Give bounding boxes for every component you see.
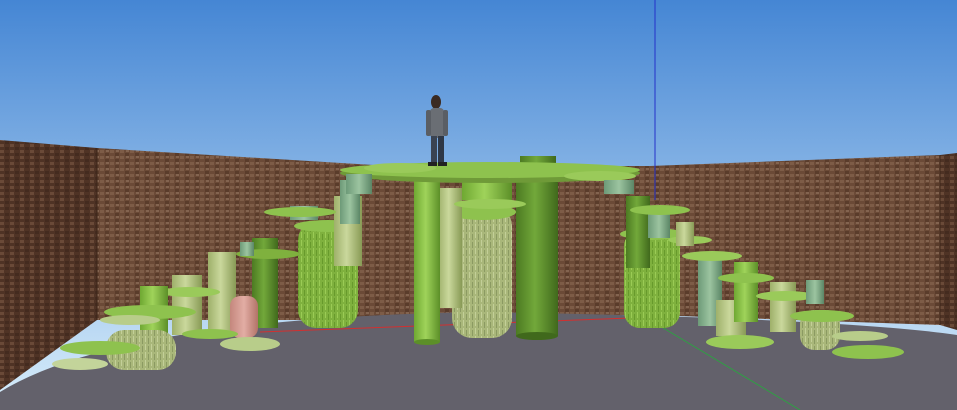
central-pillars [414,156,558,345]
sketchup-viewport[interactable] [0,0,957,410]
3d-scene[interactable] [0,0,957,410]
